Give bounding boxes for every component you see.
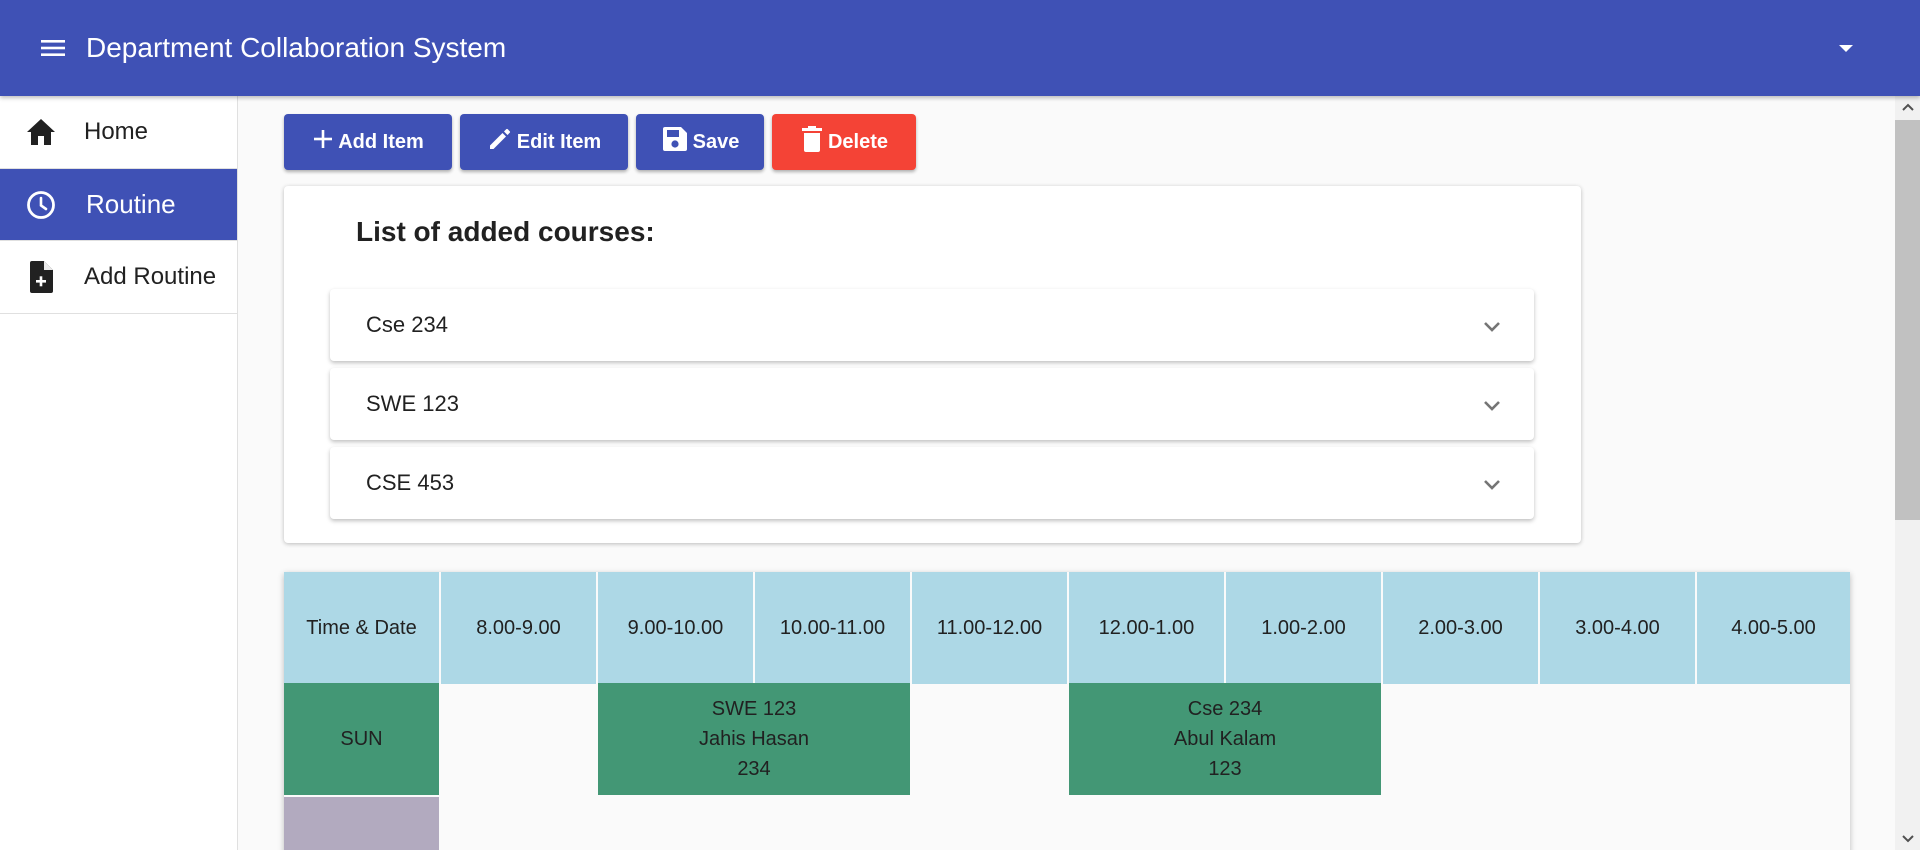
home-icon [24,115,58,149]
class-room: 234 [737,758,771,780]
header-cell: 8.00-9.00 [441,572,596,684]
sidebar: Home Routine Add Routine [0,96,238,850]
app-bar: Department Collaboration System [0,0,1920,96]
app-title: Department Collaboration System [86,32,507,63]
edit-item-button[interactable]: Edit Item [460,114,628,170]
class-course: SWE 123 [711,698,797,720]
sidebar-item-routine[interactable]: Routine [0,169,237,241]
scrollbar-thumb[interactable] [1895,120,1920,520]
courses-card: List of added courses: Cse 234 SWE 123 C… [284,186,1581,543]
courses-title: List of added courses: [356,216,655,247]
trash-icon [800,125,824,159]
save-button[interactable]: Save [636,114,764,170]
pencil-icon [487,126,513,158]
header-cell: 9.00-10.00 [598,572,753,684]
floppy-disk-icon [661,125,689,159]
sidebar-item-label: Add Routine [84,263,217,290]
clock-icon [24,188,58,222]
class-cell[interactable]: SWE 123 Jahis Hasan 234 [598,683,910,795]
header-cell: 10.00-11.00 [755,572,910,684]
day-cell [284,797,439,850]
add-item-button[interactable]: Add Item [284,114,452,170]
add-item-label: Add Item [338,130,424,153]
add-file-icon [24,260,58,294]
sidebar-item-add-routine[interactable]: Add Routine [0,241,237,314]
course-label: Cse 234 [366,312,448,337]
header-cell: 3.00-4.00 [1540,572,1695,684]
class-cell[interactable]: Cse 234 Abul Kalam 123 [1069,683,1381,795]
header-cell: 4.00-5.00 [1697,572,1850,684]
header-cell: Time & Date [284,572,439,684]
sidebar-item-label: Routine [86,189,176,219]
class-teacher: Abul Kalam [1173,728,1277,750]
save-label: Save [692,130,740,153]
course-label: SWE 123 [366,391,459,416]
delete-label: Delete [827,130,889,153]
scrollbar[interactable] [1895,96,1920,850]
edit-item-label: Edit Item [516,130,602,153]
class-teacher: Jahis Hasan [698,728,810,750]
account-dropdown-icon[interactable] [1832,36,1860,60]
course-accordion-item[interactable]: SWE 123 [330,368,1534,440]
header-cell: 12.00-1.00 [1069,572,1224,684]
chevron-down-icon[interactable] [1482,475,1502,495]
delete-button[interactable]: Delete [772,114,916,170]
chevron-down-icon[interactable] [1482,396,1502,416]
main-content: Add Item Edit Item Save Delete List of a… [239,96,1895,850]
class-course: Cse 234 [1187,698,1263,720]
course-accordion-item[interactable]: CSE 453 [330,447,1534,519]
scroll-down-arrow-icon[interactable] [1895,828,1920,850]
chevron-down-icon[interactable] [1482,317,1502,337]
course-label: CSE 453 [366,470,455,495]
header-cell: 11.00-12.00 [912,572,1067,684]
scroll-up-arrow-icon[interactable] [1895,96,1920,118]
menu-icon[interactable] [36,31,70,65]
toolbar: Add Item Edit Item Save Delete [284,114,916,170]
header-cell: 1.00-2.00 [1226,572,1381,684]
plus-icon [312,128,334,156]
sidebar-item-label: Home [84,118,149,145]
header-cell: 2.00-3.00 [1383,572,1538,684]
class-room: 123 [1208,758,1242,780]
day-cell-sun: SUN [284,683,439,795]
course-accordion-item[interactable]: Cse 234 [330,289,1534,361]
routine-table: Time & Date 8.00-9.00 9.00-10.00 10.00-1… [284,572,1850,850]
sidebar-item-home[interactable]: Home [0,96,237,169]
